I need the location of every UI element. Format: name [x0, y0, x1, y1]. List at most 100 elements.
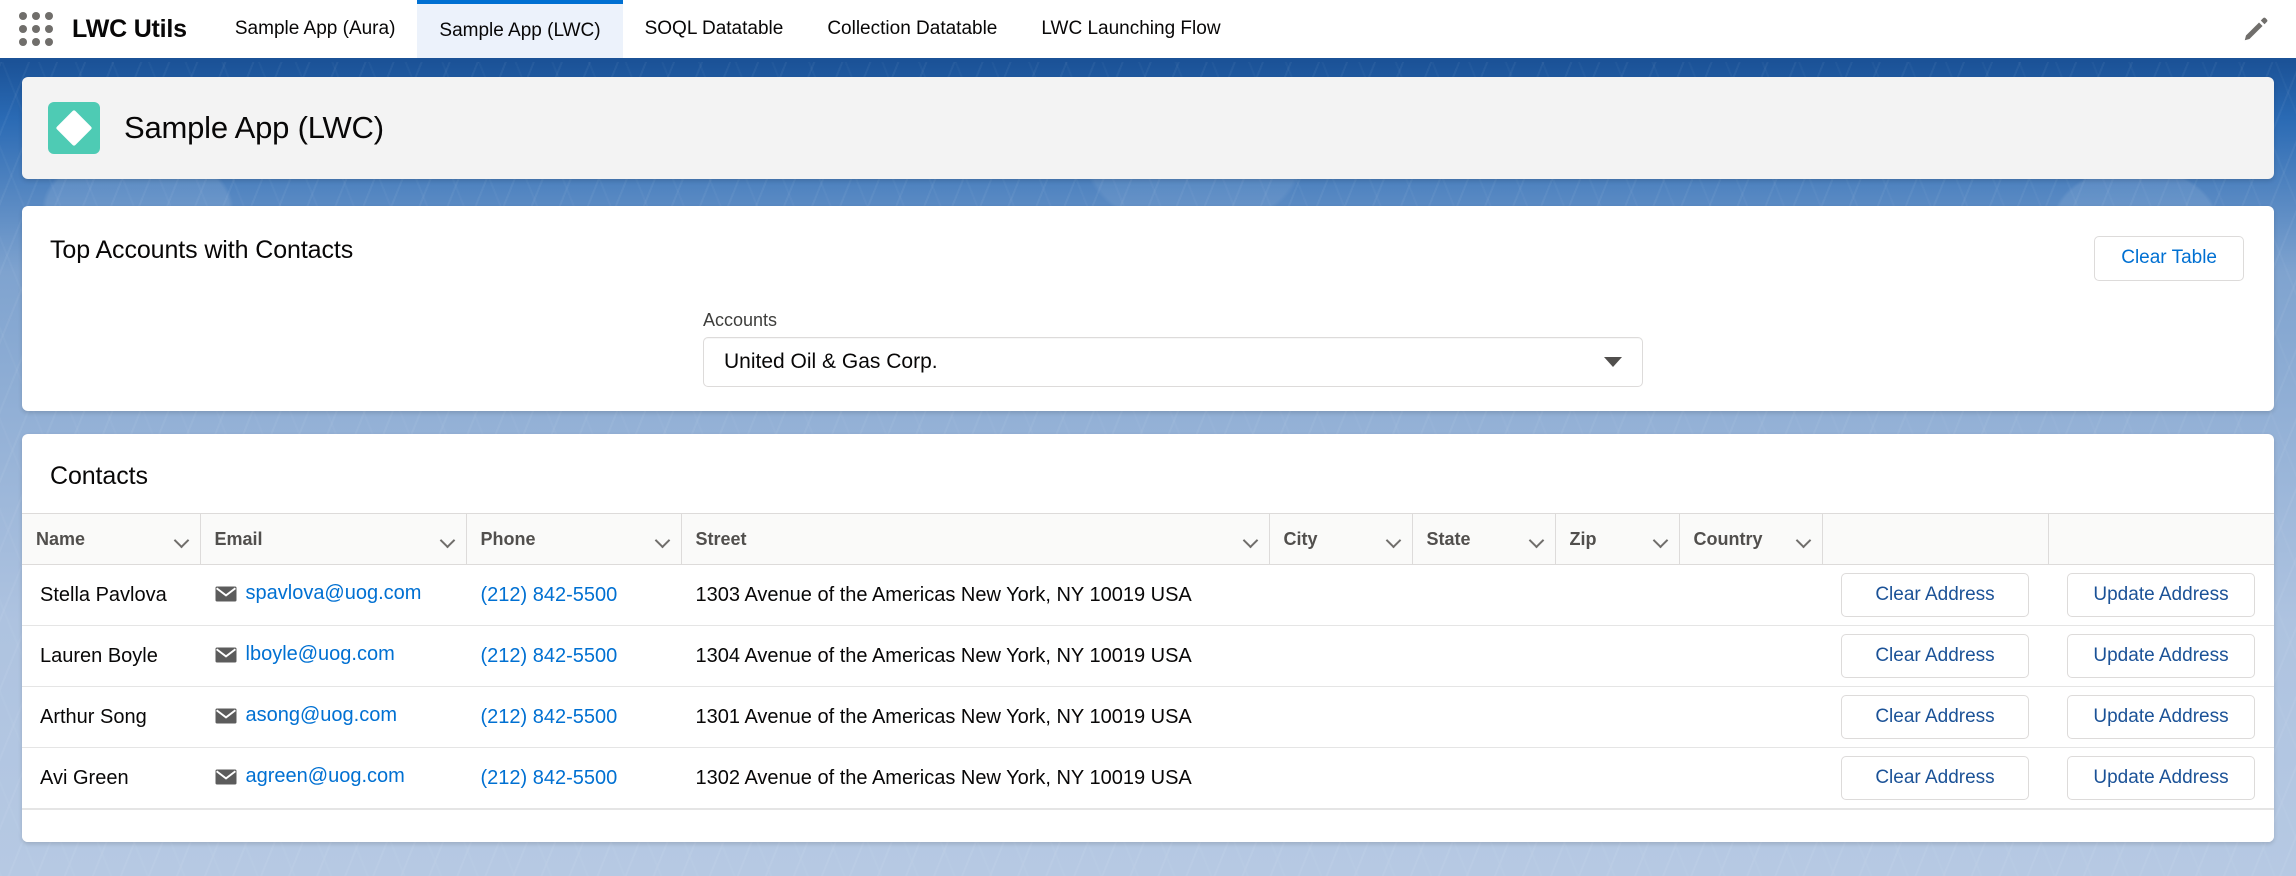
contacts-datatable: Name Email Phone Street City State Zip C…: [22, 513, 2274, 809]
cell-street: 1303 Avenue of the Americas New York, NY…: [681, 565, 1269, 626]
cell-zip: [1555, 687, 1679, 748]
column-header-country[interactable]: Country: [1679, 514, 1822, 565]
accounts-combobox-wrapper: Accounts United Oil & Gas Corp.: [703, 310, 1643, 387]
cell-city: [1269, 687, 1412, 748]
page-header-card: Sample App (LWC): [22, 77, 2274, 179]
nav-tab-soql-datatable[interactable]: SOQL Datatable: [623, 0, 806, 58]
column-header-email[interactable]: Email: [200, 514, 466, 565]
cell-email: spavlova@uog.com: [200, 565, 466, 626]
clear-address-button[interactable]: Clear Address: [1841, 573, 2029, 617]
column-header-name[interactable]: Name: [22, 514, 200, 565]
chevron-down-icon: [1604, 357, 1622, 367]
contacts-table-head: Name Email Phone Street City State Zip C…: [22, 514, 2274, 565]
app-launcher-button[interactable]: [0, 0, 72, 58]
cell-phone: (212) 842-5500: [466, 687, 681, 748]
diamond-app-icon: [48, 102, 100, 154]
nav-tab-collection-datatable[interactable]: Collection Datatable: [805, 0, 1019, 58]
cell-action-clear: Clear Address: [1822, 626, 2048, 687]
chevron-down-icon[interactable]: [441, 535, 456, 544]
email-link[interactable]: lboyle@uog.com: [246, 643, 395, 666]
nav-tab-sample-app-aura[interactable]: Sample App (Aura): [213, 0, 418, 58]
top-accounts-card: Top Accounts with Contacts Clear Table A…: [22, 206, 2274, 411]
pencil-icon[interactable]: [2242, 15, 2270, 43]
phone-link[interactable]: (212) 842-5500: [481, 767, 618, 789]
cell-country: [1679, 565, 1822, 626]
cell-phone: (212) 842-5500: [466, 626, 681, 687]
app-name-label: LWC Utils: [72, 0, 213, 58]
topbar-actions: [2242, 0, 2296, 58]
update-address-button[interactable]: Update Address: [2067, 573, 2255, 617]
chevron-down-icon[interactable]: [1797, 535, 1812, 544]
cell-country: [1679, 748, 1822, 809]
column-header-phone[interactable]: Phone: [466, 514, 681, 565]
top-accounts-card-header: Top Accounts with Contacts Clear Table: [22, 206, 2274, 281]
column-label: Phone: [481, 529, 536, 550]
nav-tab-sample-app-lwc[interactable]: Sample App (LWC): [417, 0, 622, 58]
email-link-wrapper[interactable]: asong@uog.com: [215, 704, 398, 727]
table-row[interactable]: Lauren Boylelboyle@uog.com(212) 842-5500…: [22, 626, 2274, 687]
email-link[interactable]: asong@uog.com: [246, 704, 398, 727]
table-row[interactable]: Arthur Songasong@uog.com(212) 842-550013…: [22, 687, 2274, 748]
clear-table-button[interactable]: Clear Table: [2094, 236, 2244, 281]
update-address-button[interactable]: Update Address: [2067, 695, 2255, 739]
table-row[interactable]: Stella Pavlova spavlova@uog.com (212) 842-…: [22, 565, 2274, 626]
accounts-combobox[interactable]: United Oil & Gas Corp.: [703, 337, 1643, 387]
cell-street: 1302 Avenue of the Americas New York, NY…: [681, 748, 1269, 809]
nav-tab-label: Sample App (Aura): [235, 18, 396, 40]
accounts-combobox-value: United Oil & Gas Corp.: [724, 350, 1604, 374]
cell-email: lboyle@uog.com: [200, 626, 466, 687]
app-launcher-grid-icon: [19, 12, 53, 46]
top-accounts-title: Top Accounts with Contacts: [50, 236, 353, 265]
cell-action-update: Update Address: [2048, 565, 2274, 626]
diamond-shape: [56, 110, 93, 147]
nav-tab-label: Collection Datatable: [827, 18, 997, 40]
cell-action-clear: Clear Address: [1822, 748, 2048, 809]
cell-name: Avi Green: [22, 748, 200, 809]
email-link[interactable]: agreen@uog.com: [246, 765, 405, 788]
nav-tab-label: Sample App (LWC): [439, 20, 600, 42]
cell-country: [1679, 626, 1822, 687]
email-link-wrapper[interactable]: spavlova@uog.com: [215, 582, 422, 605]
cell-action-clear: Clear Address: [1822, 565, 2048, 626]
page-title: Sample App (LWC): [124, 110, 384, 146]
envelope-icon: [215, 647, 237, 663]
nav-tab-lwc-launching-flow[interactable]: LWC Launching Flow: [1019, 0, 1242, 58]
column-header-state[interactable]: State: [1412, 514, 1555, 565]
cell-city: [1269, 565, 1412, 626]
clear-address-button[interactable]: Clear Address: [1841, 634, 2029, 678]
cell-name: Stella Pavlova: [22, 565, 200, 626]
column-label: City: [1284, 529, 1318, 550]
cell-zip: [1555, 565, 1679, 626]
chevron-down-icon[interactable]: [1244, 535, 1259, 544]
phone-link[interactable]: (212) 842-5500: [481, 645, 618, 667]
phone-link[interactable]: (212) 842-5500: [481, 584, 618, 606]
cell-phone: (212) 842-5500: [466, 748, 681, 809]
column-label: Zip: [1570, 529, 1597, 550]
chevron-down-icon[interactable]: [656, 535, 671, 544]
column-header-zip[interactable]: Zip: [1555, 514, 1679, 565]
table-row[interactable]: Avi Green agreen@uog.com (212) 842-5500 130…: [22, 748, 2274, 809]
update-address-button[interactable]: Update Address: [2067, 634, 2255, 678]
cell-action-update: Update Address: [2048, 626, 2274, 687]
chevron-down-icon[interactable]: [175, 535, 190, 544]
envelope-icon: [215, 708, 237, 724]
column-header-action-update: [2048, 514, 2274, 565]
column-header-city[interactable]: City: [1269, 514, 1412, 565]
email-link-wrapper[interactable]: lboyle@uog.com: [215, 643, 395, 666]
column-header-street[interactable]: Street: [681, 514, 1269, 565]
clear-address-button[interactable]: Clear Address: [1841, 695, 2029, 739]
chevron-down-icon[interactable]: [1387, 535, 1402, 544]
chevron-down-icon[interactable]: [1654, 535, 1669, 544]
phone-link[interactable]: (212) 842-5500: [481, 706, 618, 728]
email-link[interactable]: spavlova@uog.com: [246, 582, 422, 605]
clear-address-button[interactable]: Clear Address: [1841, 756, 2029, 800]
chevron-down-icon[interactable]: [1530, 535, 1545, 544]
update-address-button[interactable]: Update Address: [2067, 756, 2255, 800]
email-link-wrapper[interactable]: agreen@uog.com: [215, 765, 405, 788]
column-label: Email: [215, 529, 263, 550]
cell-name: Arthur Song: [22, 687, 200, 748]
cell-action-clear: Clear Address: [1822, 687, 2048, 748]
cell-state: [1412, 565, 1555, 626]
contacts-title: Contacts: [22, 434, 2274, 513]
cell-email: agreen@uog.com: [200, 748, 466, 809]
